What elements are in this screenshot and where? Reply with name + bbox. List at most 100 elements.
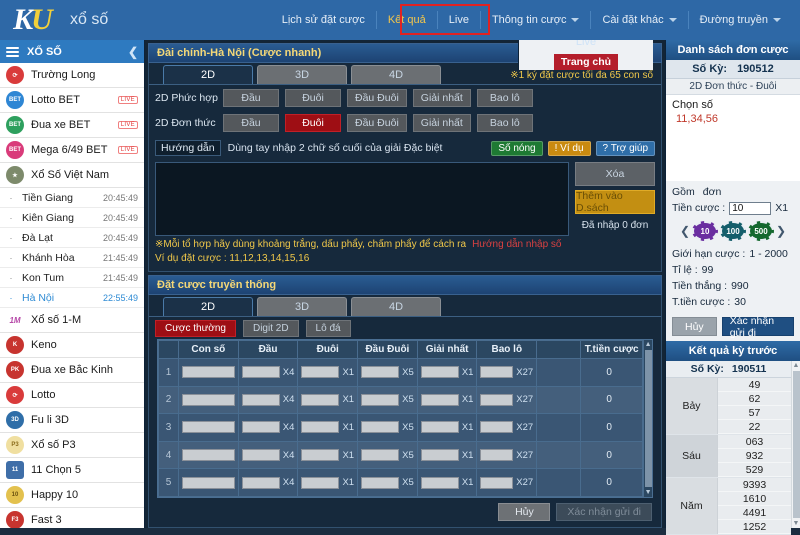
scroll-down-icon[interactable]: ▼ <box>645 489 652 496</box>
cell-giai-nhat[interactable]: X1 <box>416 440 478 470</box>
trad-tab-3d[interactable]: 3D <box>257 297 347 316</box>
cell-dau[interactable]: X4 <box>237 413 299 442</box>
sidebar-region-kien-giang[interactable]: · Kiên Giang 20:45:49 <box>0 208 144 228</box>
sidebar-item-fuli-3d[interactable]: 3D Fu li 3D <box>0 408 144 433</box>
duoi-input[interactable] <box>301 393 340 406</box>
chip-500[interactable]: 500 <box>748 221 774 241</box>
cell-con-so[interactable] <box>178 413 239 442</box>
bao-lo-input[interactable] <box>480 449 514 462</box>
example-button[interactable]: ! Ví dụ <box>547 140 591 156</box>
bet-option-dau-donthuc[interactable]: Đầu <box>223 113 279 132</box>
cell-giai-nhat[interactable]: X1 <box>416 358 478 387</box>
dau-input[interactable] <box>241 393 280 406</box>
hint-link[interactable]: Hướng dẫn nhập số <box>472 239 561 250</box>
dau-input[interactable] <box>241 476 280 489</box>
subtab-cuoc-thuong[interactable]: Cược thường <box>155 319 236 337</box>
number-entry-textarea[interactable] <box>155 162 569 236</box>
dau-input[interactable] <box>241 421 280 434</box>
bet-option-giainhat-donthuc[interactable]: Giải nhất <box>412 113 471 132</box>
cell-bao-lo[interactable]: X27 <box>476 440 538 470</box>
subtab-digit-2d[interactable]: Digit 2D <box>242 319 299 337</box>
scroll-up-icon[interactable]: ▲ <box>793 362 800 369</box>
bet-option-baolo-donthuc[interactable]: Bao lô <box>476 113 533 132</box>
cell-con-so[interactable] <box>178 440 239 470</box>
cell-duoi[interactable]: X1 <box>297 358 359 387</box>
cell-dau[interactable]: X4 <box>237 358 299 387</box>
brand-logo[interactable]: KU <box>0 5 60 35</box>
giai-nhat-input[interactable] <box>420 476 459 489</box>
dau-duoi-input[interactable] <box>361 449 400 462</box>
nav-item-ket-qua[interactable]: Kết quả <box>377 11 438 29</box>
sidebar-item-lotto[interactable]: ⟳ Lotto <box>0 383 144 408</box>
cell-giai-nhat[interactable]: X1 <box>416 385 478 415</box>
dau-duoi-input[interactable] <box>361 476 400 489</box>
cell-dau-duoi[interactable]: X5 <box>357 385 418 415</box>
sidebar-item-11-chon-5[interactable]: 11 11 Chọn 5 <box>0 458 144 483</box>
right-confirm-button[interactable]: Xác nhận gửi đi <box>721 315 794 339</box>
con-so-input[interactable] <box>182 366 235 379</box>
hot-numbers-button[interactable]: Số nóng <box>491 140 543 156</box>
sidebar-item-xo-so-viet-nam[interactable]: ★ Xổ Số Việt Nam <box>0 163 144 188</box>
sidebar-header[interactable]: XỔ SỐ ❮ <box>0 40 144 63</box>
duoi-input[interactable] <box>301 421 340 434</box>
giai-nhat-input[interactable] <box>420 421 459 434</box>
sidebar-item-happy-10[interactable]: 10 Happy 10 <box>0 483 144 508</box>
nav-item-thong-tin-cuoc[interactable]: Thông tin cược <box>481 11 592 29</box>
sidebar-region-ha-noi[interactable]: · Hà Nội 22:55:49 <box>0 288 144 308</box>
duoi-input[interactable] <box>301 476 340 489</box>
dau-duoi-input[interactable] <box>361 421 400 434</box>
con-so-input[interactable] <box>182 421 235 434</box>
trad-tab-2d[interactable]: 2D <box>163 297 253 316</box>
tab-4d[interactable]: 4D <box>351 65 441 84</box>
scrollbar-thumb[interactable] <box>644 350 652 487</box>
stake-input[interactable]: 10 <box>729 201 772 215</box>
dau-input[interactable] <box>241 366 280 379</box>
tab-3d[interactable]: 3D <box>257 65 347 84</box>
chip-10[interactable]: 10 <box>692 221 718 241</box>
cell-bao-lo[interactable]: X27 <box>476 358 538 387</box>
cell-con-so[interactable] <box>178 358 239 387</box>
cell-bao-lo[interactable]: X27 <box>476 468 538 497</box>
chip-prev-icon[interactable]: ❮ <box>680 224 690 238</box>
sidebar-item-xo-so-1m[interactable]: 1M Xổ số 1-M <box>0 308 144 333</box>
cell-con-so[interactable] <box>178 468 239 497</box>
chip-next-icon[interactable]: ❯ <box>776 224 786 238</box>
sidebar-item-keno[interactable]: K Keno <box>0 333 144 358</box>
giai-nhat-input[interactable] <box>420 366 459 379</box>
duoi-input[interactable] <box>301 449 340 462</box>
tab-2d[interactable]: 2D <box>163 65 253 84</box>
scroll-down-icon[interactable]: ▼ <box>793 520 800 527</box>
giai-nhat-input[interactable] <box>420 393 459 406</box>
sidebar-item-dua-xe-bet[interactable]: BET Đua xe BET LIVE <box>0 113 144 138</box>
chip-100[interactable]: 100 <box>720 221 746 241</box>
cell-dau-duoi[interactable]: X5 <box>357 440 418 470</box>
con-so-input[interactable] <box>182 393 235 406</box>
dau-duoi-input[interactable] <box>361 393 400 406</box>
sidebar-item-lotto-bet[interactable]: BET Lotto BET LIVE <box>0 88 144 113</box>
dau-duoi-input[interactable] <box>361 366 400 379</box>
sidebar-region-khanh-hoa[interactable]: · Khánh Hòa 21:45:49 <box>0 248 144 268</box>
bet-option-duoi-donthuc[interactable]: Đuôi <box>285 113 341 132</box>
bet-option-dauduoi-donthuc[interactable]: Đầu Đuôi <box>347 113 407 132</box>
cell-dau-duoi[interactable]: X5 <box>357 358 418 387</box>
cell-dau[interactable]: X4 <box>237 440 299 470</box>
cell-duoi[interactable]: X1 <box>297 440 359 470</box>
cell-bao-lo[interactable]: X27 <box>476 385 538 415</box>
sidebar-region-kon-tum[interactable]: · Kon Tum 21:45:49 <box>0 268 144 288</box>
trad-tab-4d[interactable]: 4D <box>351 297 441 316</box>
results-scrollbar[interactable]: ▲ ▼ <box>791 361 800 528</box>
cell-dau[interactable]: X4 <box>237 468 299 497</box>
sidebar-item-dua-xe-bac-kinh[interactable]: PK Đua xe Bắc Kinh <box>0 358 144 383</box>
sidebar-item-truong-long[interactable]: ⟳ Trường Long <box>0 63 144 88</box>
sidebar-item-xo-so-p3[interactable]: P3 Xổ số P3 <box>0 433 144 458</box>
bet-option-baolo-phuchop[interactable]: Bao lô <box>476 88 533 107</box>
scrollbar-thumb[interactable] <box>792 371 800 518</box>
bao-lo-input[interactable] <box>480 393 514 406</box>
bet-option-dau-phuchop[interactable]: Đầu <box>223 88 279 107</box>
right-cancel-button[interactable]: Hủy <box>672 317 717 336</box>
traditional-confirm-button[interactable]: Xác nhận gửi đi <box>556 503 652 521</box>
nav-item-live[interactable]: Live <box>438 11 481 29</box>
hamburger-icon[interactable] <box>6 46 19 57</box>
sidebar-region-da-lat[interactable]: · Đà Lạt 20:45:49 <box>0 228 144 248</box>
bet-option-dauduoi-phuchop[interactable]: Đầu Đuôi <box>347 88 407 107</box>
